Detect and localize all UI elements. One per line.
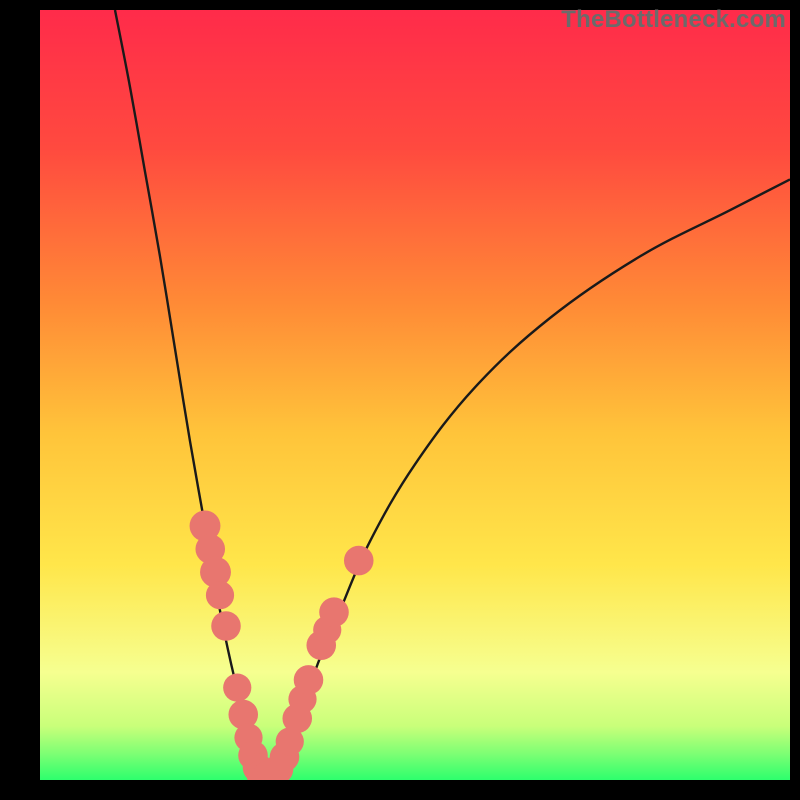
- gradient-background: [40, 10, 790, 780]
- plot-area: [40, 10, 790, 780]
- chart-svg: [40, 10, 790, 780]
- data-marker: [206, 581, 234, 609]
- data-marker: [211, 611, 241, 641]
- chart-stage: TheBottleneck.com: [0, 0, 800, 800]
- data-marker: [223, 674, 251, 702]
- data-marker: [294, 665, 324, 695]
- data-marker: [344, 546, 374, 576]
- data-marker: [319, 597, 349, 627]
